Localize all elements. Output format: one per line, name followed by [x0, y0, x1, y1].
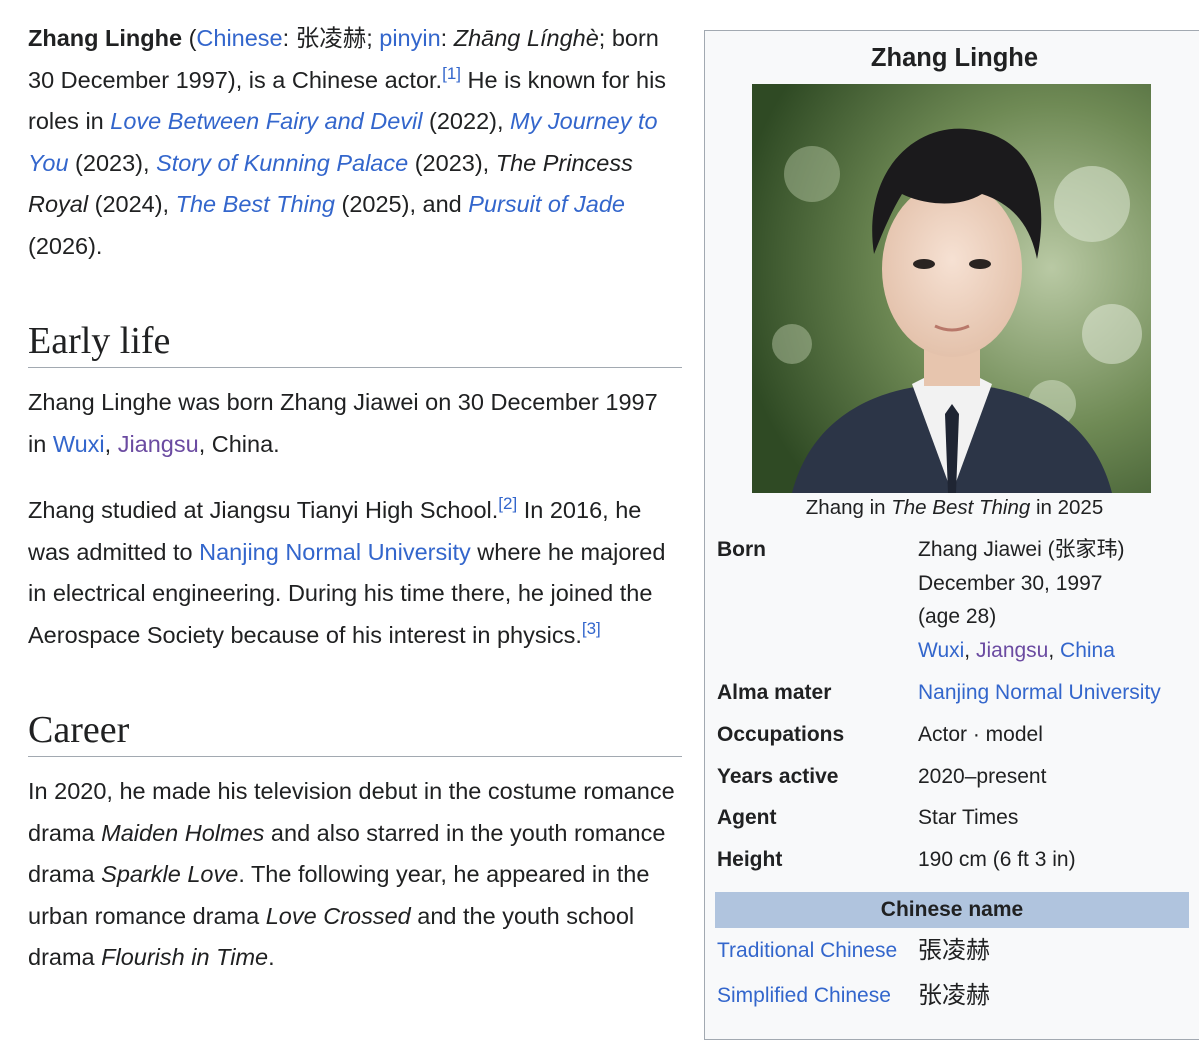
pinyin-link[interactable]: pinyin: [379, 25, 440, 51]
infobox-title: Zhang Linghe: [870, 44, 1039, 72]
work-link-6[interactable]: Pursuit of Jade: [468, 191, 625, 217]
chinese-link[interactable]: Chinese: [196, 25, 282, 51]
ref-2[interactable]: [2]: [498, 494, 517, 513]
early-life-paragraph-2: Zhang studied at Jiangsu Tianyi High Sch…: [28, 494, 666, 648]
photo-caption: Zhang in The Best Thing in 2025: [805, 496, 1104, 519]
nnu-link[interactable]: Nanjing Normal University: [199, 539, 471, 565]
early-life-paragraph-1: Zhang Linghe was born Zhang Jiawei on 30…: [28, 389, 658, 457]
article-body: Zhang Linghe (Chinese: 张凌赫; pinyin: Zhān…: [28, 18, 682, 1004]
ref-3[interactable]: [3]: [582, 619, 601, 638]
born-value: Zhang Jiawei (张家玮) December 30, 1997 (ag…: [918, 538, 1125, 662]
career-paragraph-1: In 2020, he made his television debut in…: [28, 778, 675, 970]
portrait-illustration: [752, 84, 1151, 493]
ref-1[interactable]: [1]: [442, 64, 461, 83]
heading-career: Career: [28, 706, 682, 757]
born-jiangsu-link[interactable]: Jiangsu: [976, 639, 1048, 662]
chinese-name-header: Chinese name: [715, 892, 1189, 928]
subject-name: Zhang Linghe: [28, 25, 183, 51]
wuxi-link[interactable]: Wuxi: [53, 431, 105, 457]
work-link-3[interactable]: Story of Kunning Palace: [156, 150, 408, 176]
pinyin-value: Zhāng Línghè: [453, 25, 599, 51]
work-link-5[interactable]: The Best Thing: [176, 191, 335, 217]
jiangsu-link[interactable]: Jiangsu: [118, 431, 199, 457]
intro-paragraph: Zhang Linghe (Chinese: 张凌赫; pinyin: Zhān…: [28, 25, 667, 259]
born-china-link[interactable]: China: [1060, 639, 1115, 662]
infobox: Zhang Linghe Zhang in The Best Thing in …: [704, 30, 1199, 1040]
heading-early-life: Early life: [28, 317, 682, 368]
simplified-chinese-link[interactable]: Simplified Chinese: [717, 981, 891, 1011]
alma-mater-link[interactable]: Nanjing Normal University: [918, 681, 1161, 704]
work-link-1[interactable]: Love Between Fairy and Devil: [110, 108, 422, 134]
portrait-photo[interactable]: [752, 84, 1151, 493]
born-label: Born: [717, 538, 766, 561]
traditional-chinese-link[interactable]: Traditional Chinese: [717, 936, 897, 966]
born-wuxi-link[interactable]: Wuxi: [918, 639, 964, 662]
